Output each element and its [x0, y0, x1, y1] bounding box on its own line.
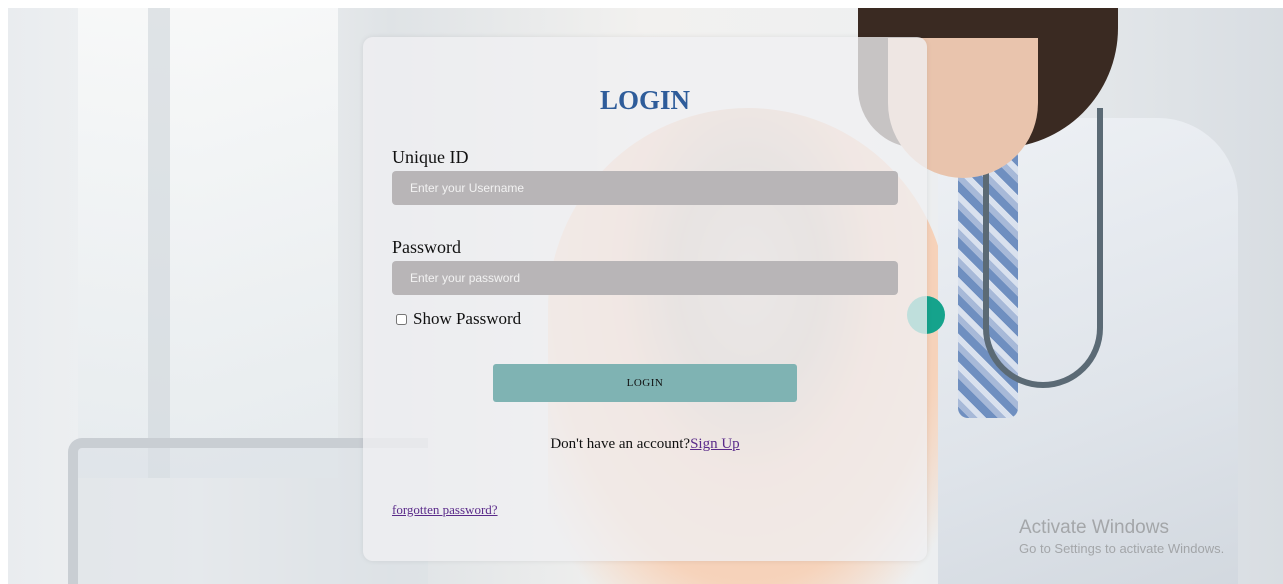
unique-id-label: Unique ID [392, 147, 469, 167]
activate-windows-subtitle: Go to Settings to activate Windows. [1019, 541, 1225, 556]
password-label: Password [392, 237, 462, 257]
signup-prompt: Don't have an account? [550, 436, 691, 452]
background-window-frame [148, 8, 170, 478]
show-password-label: Show Password [413, 309, 522, 328]
show-password-row: Show Password [396, 309, 521, 329]
signup-link[interactable]: Sign Up [690, 436, 740, 452]
activate-windows-title: Activate Windows [1019, 517, 1169, 538]
password-input[interactable] [392, 261, 898, 295]
login-title: LOGIN [599, 85, 691, 115]
activate-windows-watermark: Activate Windows Go to Settings to activ… [1019, 517, 1224, 556]
show-password-checkbox[interactable] [396, 313, 407, 325]
forgot-password-link[interactable]: forgotten password? [392, 502, 498, 518]
signup-row: Don't have an account?Sign Up [363, 436, 927, 453]
unique-id-input[interactable] [392, 171, 898, 205]
background-window [78, 8, 338, 478]
login-card: LOGIN Unique ID Password Show Password L… [363, 37, 927, 561]
login-button[interactable]: LOGIN [493, 364, 797, 402]
